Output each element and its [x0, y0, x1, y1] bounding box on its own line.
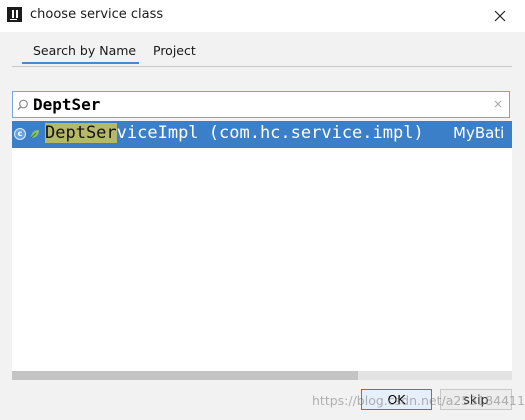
list-item[interactable]: c DeptServiceImpl (com.hc.service.impl) … — [12, 121, 512, 148]
search-box — [12, 91, 510, 118]
close-button[interactable] — [486, 2, 514, 30]
search-input[interactable] — [33, 93, 483, 116]
leaf-icon — [30, 130, 39, 139]
class-icon: c — [14, 128, 26, 140]
match-highlight: DeptSer — [45, 123, 117, 143]
scrollbar-thumb[interactable] — [12, 371, 358, 380]
dialog-title: choose service class — [30, 7, 164, 22]
search-icon — [17, 99, 28, 111]
intellij-icon — [7, 7, 22, 22]
tab-search-by-name[interactable]: Search by Name — [22, 40, 139, 64]
close-icon — [494, 10, 506, 22]
result-rest: viceImpl (com.hc.service.impl) — [116, 123, 424, 143]
tab-strip: Search by Name Project — [12, 40, 512, 67]
skip-button[interactable]: skip — [440, 389, 512, 410]
result-location: MyBati — [453, 124, 505, 142]
tab-project[interactable]: Project — [153, 40, 196, 64]
clear-icon[interactable] — [491, 97, 505, 111]
title-bar: choose service class — [0, 0, 525, 32]
ok-button[interactable]: OK — [361, 389, 432, 410]
result-name: DeptServiceImpl (com.hc.service.impl) — [45, 123, 424, 143]
horizontal-scrollbar[interactable] — [12, 371, 512, 380]
results-list[interactable]: c DeptServiceImpl (com.hc.service.impl) … — [12, 121, 512, 379]
